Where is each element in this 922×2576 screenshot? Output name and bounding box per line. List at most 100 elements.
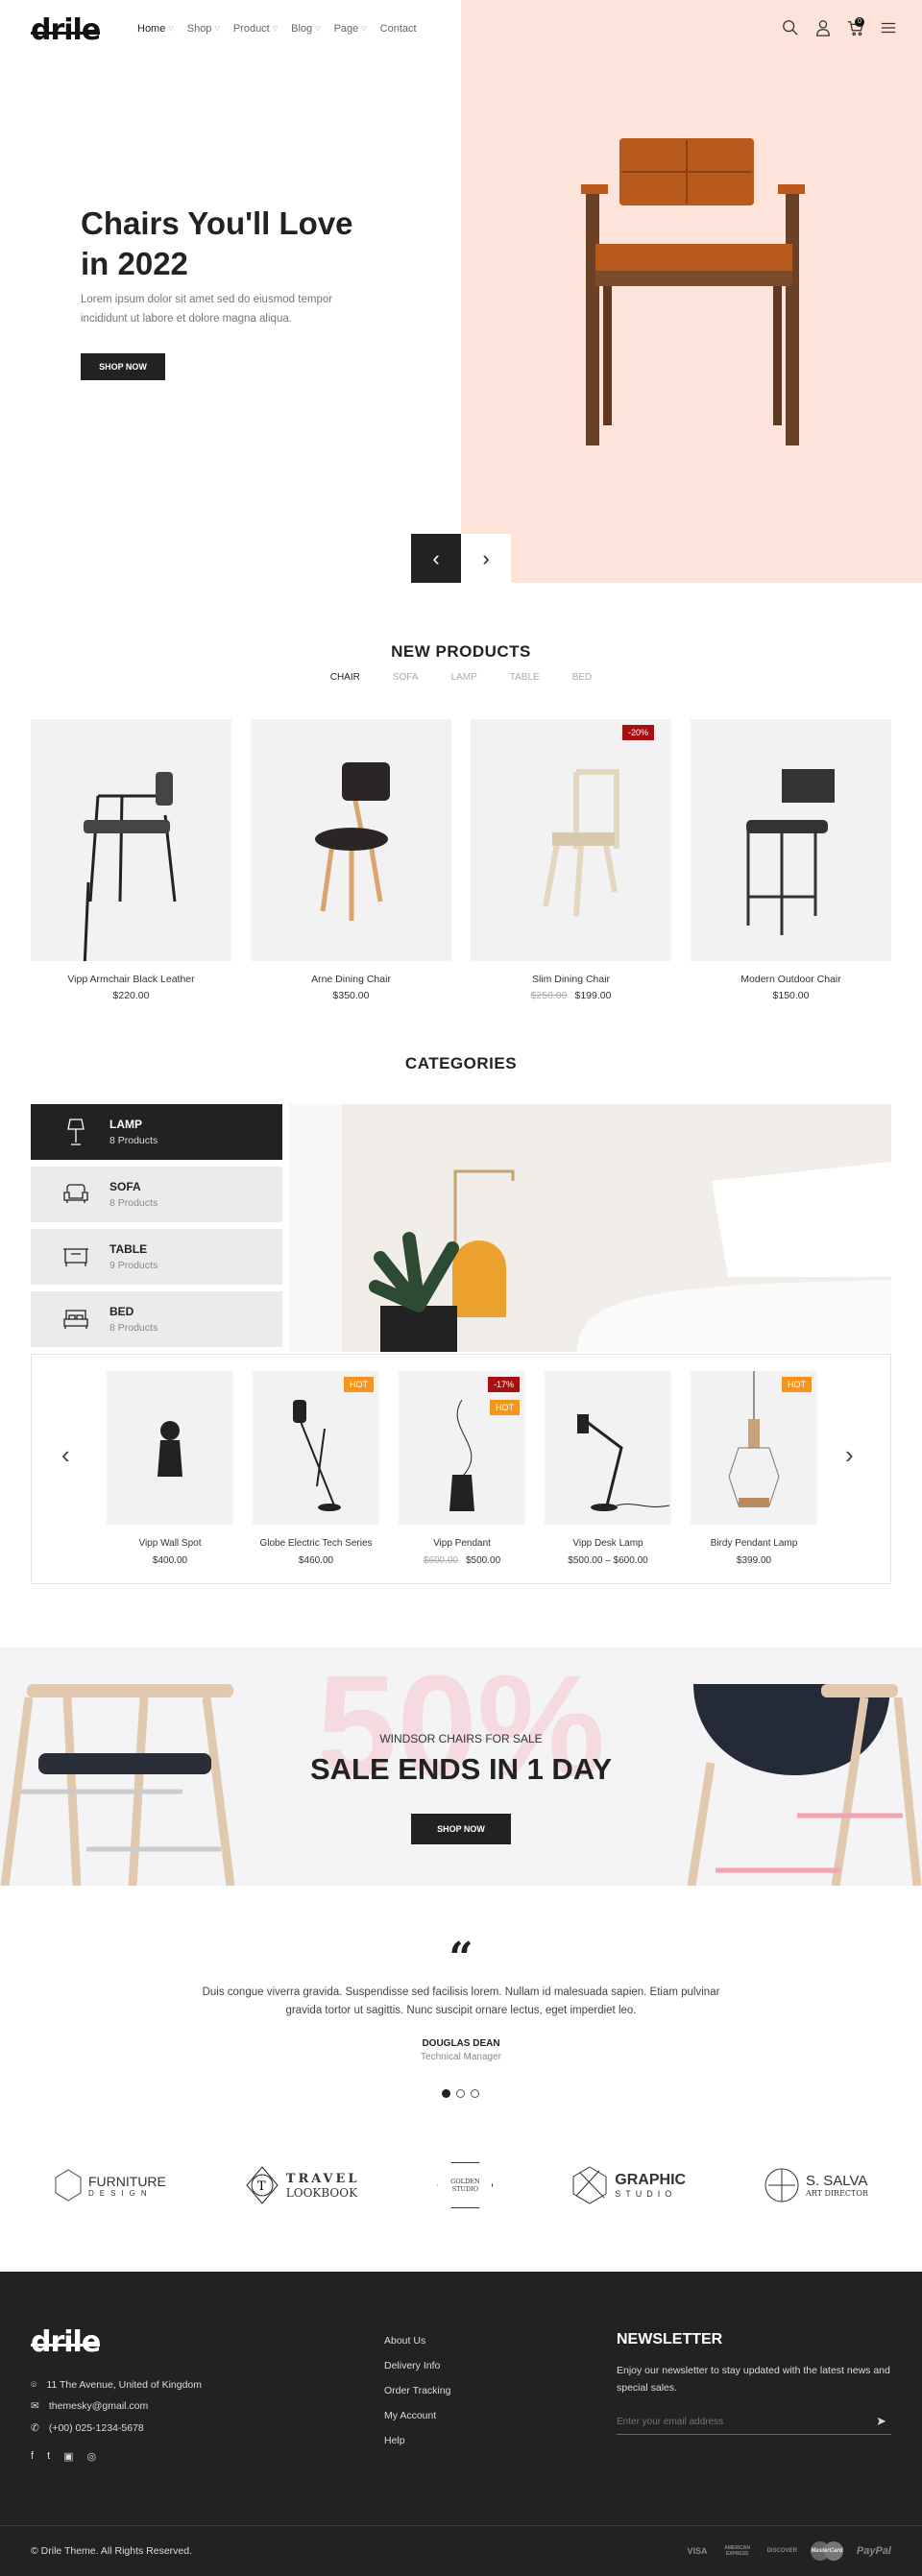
product-card-image[interactable] [691,719,891,961]
chair-image [543,769,619,917]
tab-bed[interactable]: BED [572,672,593,683]
sofa-icon [63,1184,88,1203]
lamp-name[interactable]: Vipp Pendant [399,1538,525,1549]
nav-blog[interactable]: Blog ▽ [291,23,320,35]
product-name[interactable]: Slim Dining Chair [471,974,671,985]
tab-lamp[interactable]: LAMP [451,672,477,683]
phone-icon: ✆ [31,2422,39,2434]
product-card-image[interactable] [31,719,231,970]
lamp-image [158,1421,182,1477]
brand-text: STUDIO [615,2189,677,2199]
nav-home[interactable]: Home ▽ [137,23,174,35]
product-price: $150.00 [772,990,810,1001]
dot[interactable] [456,2089,465,2098]
newsletter-email-input[interactable] [617,2410,891,2435]
nav-shop[interactable]: Shop ▽ [187,23,220,35]
nav-product[interactable]: Product ▽ [233,23,278,35]
footer-link-about[interactable]: About Us [384,2335,425,2347]
sale-price: $500.00 [466,1555,501,1566]
product-name[interactable]: Arne Dining Chair [251,974,451,985]
carousel-prev-icon[interactable]: ‹ [61,1440,70,1470]
carousel-next-icon[interactable]: › [845,1440,854,1470]
chevron-down-icon: ▽ [272,26,279,33]
category-sofa[interactable]: SOFA 8 Products [31,1167,282,1222]
hero-shop-now-button[interactable]: SHOP NOW [81,353,165,380]
footer-link-delivery[interactable]: Delivery Info [384,2360,440,2371]
mastercard-icon: MasterCard [810,2541,843,2561]
brand-text: DESIGN [88,2188,153,2198]
product-price: $250.00 $199.00 [471,990,671,1001]
svg-text:T: T [257,2179,266,2194]
twitter-icon[interactable]: t [47,2450,50,2463]
lamp-name[interactable]: Birdy Pendant Lamp [691,1538,817,1549]
nav-label: Page [333,23,359,35]
product-name[interactable]: Vipp Armchair Black Leather [31,974,231,985]
product-name[interactable]: Modern Outdoor Chair [691,974,891,985]
user-icon[interactable] [814,19,832,36]
flickr-icon[interactable]: ▣ [63,2450,73,2463]
lamp-card-image[interactable]: HOT [691,1371,817,1525]
lamp-price: $399.00 [736,1555,772,1566]
dot[interactable] [471,2089,479,2098]
lamp-name[interactable]: Vipp Desk Lamp [545,1538,671,1549]
brand-travel-lookbook[interactable]: T TRAVEL LOOKBOOK [244,2165,360,2205]
footer-link-tracking[interactable]: Order Tracking [384,2385,450,2396]
nav-label: Contact [379,23,417,35]
address-text: 11 The Avenue, United of Kingdom [46,2379,203,2391]
discover-icon: DISCOVER [766,2548,797,2554]
visa-icon: VISA [687,2546,708,2556]
hero-title: Chairs You'll Love in 2022 [81,204,353,284]
testimonial-text: Duis congue viverra gravida. Suspendisse… [202,1986,720,2016]
lamp-name[interactable]: Globe Electric Tech Series [253,1538,379,1549]
lamp-card-image[interactable] [545,1371,671,1525]
logo[interactable]: drile [31,13,101,47]
newsletter-title: NEWSLETTER [617,2331,723,2347]
product-card-image[interactable] [251,719,451,961]
chevron-down-icon: ▽ [361,26,367,33]
hero-next-button[interactable]: › [461,534,511,583]
category-lamp[interactable]: LAMP 8 Products [31,1104,282,1160]
sale-shop-now-button[interactable]: SHOP NOW [411,1814,511,1844]
search-icon[interactable] [782,19,799,36]
category-table[interactable]: TABLE 9 Products [31,1229,282,1285]
lamp-card-image[interactable]: HOT [253,1371,379,1525]
brand-mark-icon: T [246,2166,279,2204]
nav-page[interactable]: Page ▽ [334,23,367,35]
header-icons [782,19,897,36]
footer-link-account[interactable]: My Account [384,2410,436,2421]
brand-s-salva[interactable]: S. SALVA ART DIRECTOR [764,2166,868,2204]
send-icon[interactable]: ➤ [876,2414,886,2429]
tab-chair[interactable]: CHAIR [330,672,360,683]
brand-golden-studio[interactable]: GOLDEN STUDIO [437,2162,494,2208]
copyright: © Drile Theme. All Rights Reserved. [31,2545,193,2557]
email-text: themesky@gmail.com [48,2400,149,2412]
footer-logo[interactable]: drile [31,2325,101,2359]
nav-contact[interactable]: Contact [380,23,417,35]
hero-prev-button[interactable]: ‹ [411,534,461,583]
footer-link-help[interactable]: Help [384,2435,405,2446]
mastercard-text: MasterCard [811,2548,843,2554]
brand-logos: FURNITURE DESIGN T TRAVEL LOOKBOOK GOLDEN S… [31,2162,891,2208]
chevron-down-icon: ▽ [315,26,321,33]
dot-active[interactable] [442,2089,450,2098]
sale-banner: 50% WINDSOR CHAIRS FOR SALE SALE ENDS IN… [0,1648,922,1886]
instagram-icon[interactable]: ◎ [87,2450,97,2463]
product-card-image[interactable]: -20% [471,719,671,961]
hot-badge: HOT [782,1377,812,1392]
sale-price: $199.00 [574,990,612,1001]
facebook-icon[interactable]: f [31,2450,34,2463]
paypal-icon: PayPal [856,2545,891,2557]
tab-sofa[interactable]: SOFA [393,672,419,683]
brand-furniture-design[interactable]: FURNITURE DESIGN [54,2168,166,2203]
lamp-price: $600.00 $500.00 [399,1555,525,1566]
lamp-card-image[interactable]: -17% HOT [399,1371,525,1525]
menu-icon[interactable] [880,19,897,36]
footer-email[interactable]: ✉ themesky@gmail.com [31,2400,148,2412]
category-bed[interactable]: BED 8 Products [31,1291,282,1347]
lamp-card-image[interactable] [107,1371,233,1525]
lamp-name[interactable]: Vipp Wall Spot [107,1538,233,1549]
tab-table[interactable]: TABLE [510,672,540,683]
new-products-title: NEW PRODUCTS [391,642,531,661]
brand-text: GOLDEN STUDIO [437,2162,494,2208]
brand-graphic-studio[interactable]: GRAPHIC STUDIO [570,2165,686,2205]
